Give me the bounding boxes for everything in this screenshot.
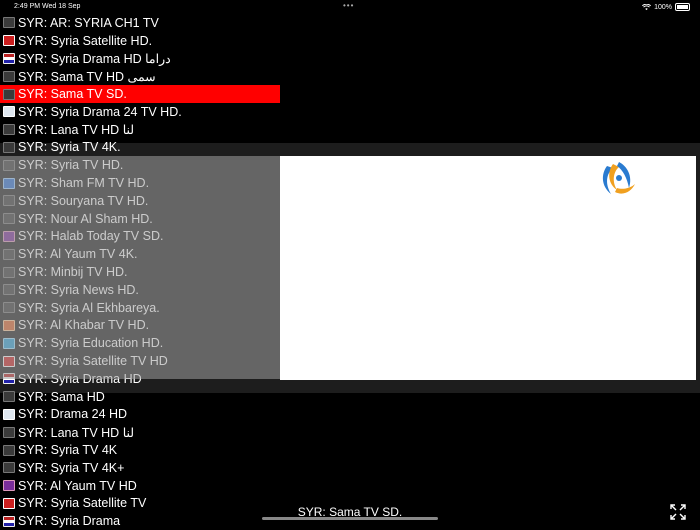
channel-logo-icon (3, 141, 15, 153)
channel-label: SYR: Sama TV SD. (18, 87, 127, 102)
status-bar: 2:49 PM Wed 18 Sep ••• 100% (0, 0, 700, 13)
channel-label: SYR: Al Yaum TV 4K. (18, 247, 138, 262)
channel-logo-icon (3, 70, 15, 82)
channel-label: SYR: Syria News HD. (18, 282, 139, 297)
channel-list[interactable]: SYR: AR: SYRIA CH1 TV SYR: Syria Satellit… (0, 14, 280, 530)
wifi-icon (642, 3, 652, 10)
channel-row[interactable]: SYR: Syria TV HD. (0, 156, 280, 174)
channel-label: SYR: Nour Al Sham HD. (18, 211, 153, 226)
channel-label: SYR: Halab Today TV SD. (18, 229, 164, 244)
channel-row[interactable]: SYR: Halab Today TV SD. (0, 228, 280, 246)
battery-icon (675, 3, 690, 11)
channel-label: SYR: Sham FM TV HD. (18, 176, 150, 191)
channel-label: SYR: Syria Al Ekhbareya. (18, 300, 160, 315)
channel-label: SYR: Al Yaum TV HD (18, 478, 137, 493)
channel-logo-icon (3, 302, 15, 314)
drama-24-logo-icon (3, 106, 15, 118)
channel-logo-icon (3, 248, 15, 260)
channel-logo-icon (3, 266, 15, 278)
channel-row[interactable]: SYR: Syria Drama HD دراما (0, 50, 280, 68)
channel-row[interactable]: SYR: Syria Satellite TV HD (0, 352, 280, 370)
channel-logo-icon (3, 159, 15, 171)
channel-label: SYR: Al Khabar TV HD. (18, 318, 150, 333)
channel-row[interactable]: SYR: Sama HD (0, 388, 280, 406)
channel-logo-icon (3, 213, 15, 225)
channel-label: SYR: Syria Drama 24 TV HD. (18, 104, 182, 119)
channel-row[interactable]: SYR: Sama TV HD سمى (0, 67, 280, 85)
channel-label: SYR: Syria TV HD. (18, 158, 124, 173)
channel-row[interactable]: SYR: Syria TV 4K. (0, 139, 280, 157)
channel-logo-icon (3, 462, 15, 474)
sama-tv-logo-icon (602, 162, 635, 194)
channel-row[interactable]: SYR: Al Yaum TV 4K. (0, 245, 280, 263)
channel-label: SYR: Syria TV 4K. (18, 140, 121, 155)
channel-row[interactable]: SYR: Syria TV 4K (0, 441, 280, 459)
channel-row[interactable]: SYR: Sham FM TV HD. (0, 174, 280, 192)
channel-logo-icon (3, 284, 15, 296)
channel-logo-icon (3, 88, 15, 100)
channel-row[interactable]: SYR: Al Khabar TV HD. (0, 317, 280, 335)
channel-label: SYR: Drama 24 HD (18, 407, 128, 422)
multitasking-dots-icon[interactable]: ••• (343, 1, 354, 10)
channel-row[interactable]: SYR: Al Yaum TV HD (0, 477, 280, 495)
channel-label: SYR: Syria TV 4K+ (18, 460, 125, 475)
home-indicator[interactable] (262, 517, 438, 520)
syria-drama-logo-icon (3, 373, 15, 385)
sham-fm-logo-icon (3, 177, 15, 189)
channel-label: SYR: AR: SYRIA CH1 TV (18, 15, 159, 30)
channel-row[interactable]: SYR: Souryana TV HD. (0, 192, 280, 210)
channel-row[interactable]: SYR: Syria Drama HD (0, 370, 280, 388)
channel-label: SYR: Souryana TV HD. (18, 193, 149, 208)
status-time: 2:49 PM (14, 3, 41, 10)
channel-row[interactable]: SYR: Syria News HD. (0, 281, 280, 299)
channel-row-selected[interactable]: SYR: Sama TV SD. (0, 85, 280, 103)
channel-row[interactable]: SYR: Minbij TV HD. (0, 263, 280, 281)
channel-label: SYR: Syria Drama HD دراما (18, 51, 171, 66)
channel-row[interactable]: SYR: Lana TV HD لنا (0, 121, 280, 139)
channel-row[interactable]: SYR: Drama 24 HD (0, 406, 280, 424)
channel-logo-icon (3, 391, 15, 403)
status-right: 100% (642, 3, 690, 11)
education-logo-icon (3, 337, 15, 349)
channel-row[interactable]: SYR: Syria TV 4K+ (0, 459, 280, 477)
channel-label: SYR: Lana TV HD لنا (18, 123, 135, 138)
al-yaum-logo-icon (3, 480, 15, 492)
channel-logo-icon (3, 444, 15, 456)
channel-row[interactable]: SYR: Syria Drama 24 TV HD. (0, 103, 280, 121)
channel-label: SYR: Syria Satellite TV HD (18, 354, 168, 369)
channel-row[interactable]: SYR: Syria Satellite HD. (0, 32, 280, 50)
status-date: Wed 18 Sep (42, 3, 81, 10)
channel-label: SYR: Sama HD (18, 389, 105, 404)
channel-logo-icon (3, 426, 15, 438)
channel-row[interactable]: SYR: Lana TV HD لنا (0, 423, 280, 441)
drama-24-logo-icon (3, 408, 15, 420)
halab-today-logo-icon (3, 230, 15, 242)
channel-logo-icon (3, 17, 15, 29)
channel-row[interactable]: SYR: Nour Al Sham HD. (0, 210, 280, 228)
battery-percent: 100% (654, 3, 672, 11)
channel-label: SYR: Sama TV HD سمى (18, 69, 156, 84)
channel-row[interactable]: SYR: Syria Al Ekhbareya. (0, 299, 280, 317)
channel-row[interactable]: SYR: AR: SYRIA CH1 TV (0, 14, 280, 32)
channel-label: SYR: Minbij TV HD. (18, 265, 128, 280)
syria-satellite-logo-icon (3, 355, 15, 367)
channel-label: SYR: Syria Education HD. (18, 336, 164, 351)
channel-label: SYR: Lana TV HD لنا (18, 425, 135, 440)
fullscreen-expand-icon[interactable] (670, 504, 686, 520)
al-khabar-logo-icon (3, 319, 15, 331)
channel-label: SYR: Syria Satellite HD. (18, 33, 153, 48)
channel-logo-icon (3, 124, 15, 136)
channel-row[interactable]: SYR: Syria Education HD. (0, 334, 280, 352)
channel-label: SYR: Syria TV 4K (18, 443, 118, 458)
syria-drama-logo-icon (3, 52, 15, 64)
channel-label: SYR: Syria Drama HD (18, 371, 142, 386)
channel-logo-icon (3, 195, 15, 207)
syria-satellite-logo-icon (3, 35, 15, 47)
